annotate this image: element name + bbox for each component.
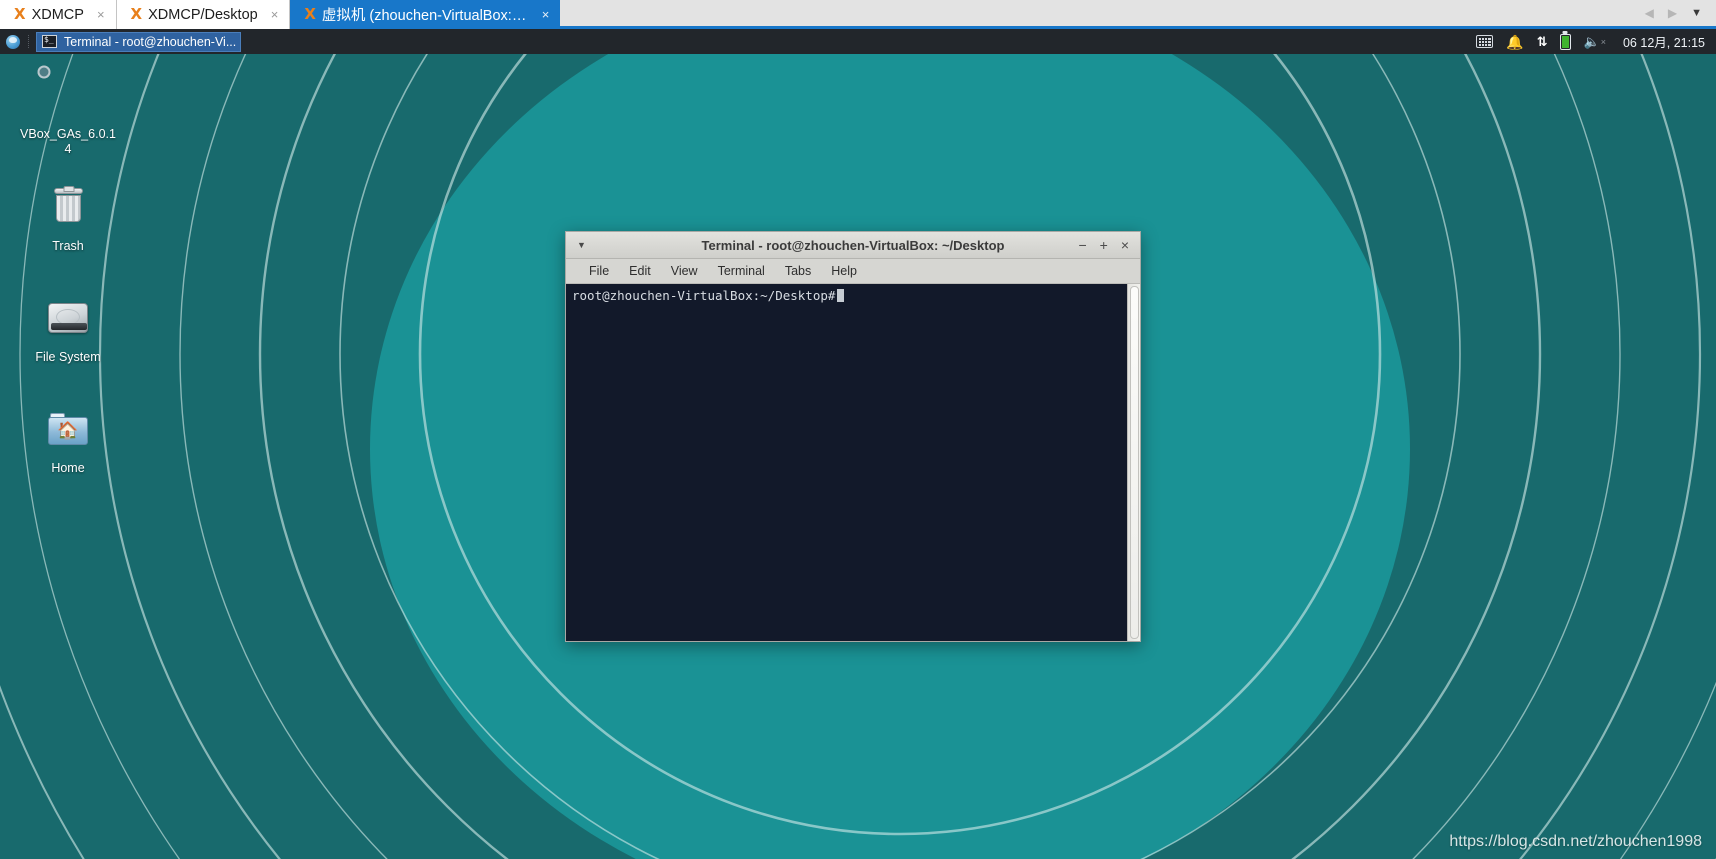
bell-icon[interactable]: 🔔 bbox=[1506, 35, 1523, 49]
keyboard-layout-icon[interactable] bbox=[1476, 35, 1494, 48]
close-icon[interactable]: × bbox=[268, 8, 282, 21]
chevron-left-icon[interactable]: ◀ bbox=[1645, 7, 1654, 19]
taskbar-item-label: Terminal - root@zhouchen-Vi... bbox=[64, 34, 237, 49]
chevron-right-icon[interactable]: ▶ bbox=[1668, 7, 1677, 19]
terminal-menu-bar: File Edit View Terminal Tabs Help bbox=[566, 259, 1140, 284]
speaker-glyph: 🔈 bbox=[1583, 34, 1600, 49]
menu-item-help[interactable]: Help bbox=[821, 262, 867, 280]
terminal-title-bar[interactable]: ▼ Terminal - root@zhouchen-VirtualBox: ~… bbox=[566, 232, 1140, 259]
terminal-body[interactable]: root@zhouchen-VirtualBox:~/Desktop# bbox=[566, 284, 1140, 641]
system-tray: 🔔 ⇅ 🔈 × 06 12月, 21:15 bbox=[1476, 32, 1716, 51]
terminal-icon bbox=[42, 35, 57, 48]
x-icon: X bbox=[130, 5, 143, 23]
browser-tab-strip: X XDMCP × X XDMCP/Desktop × X 虚拟机 (zhouc… bbox=[0, 0, 1716, 29]
browser-tab-virtual-machine[interactable]: X 虚拟机 (zhouchen-VirtualBox:1... × bbox=[290, 0, 561, 29]
menu-item-tabs[interactable]: Tabs bbox=[775, 262, 821, 280]
menu-item-view[interactable]: View bbox=[661, 262, 708, 280]
keyboard-glyph bbox=[1476, 35, 1494, 48]
tab-navigation: ◀ ▶ ▼ bbox=[1644, 0, 1716, 26]
watermark: https://blog.csdn.net/zhouchen1998 bbox=[1449, 833, 1702, 850]
desktop-icon-vbox-guest-additions-cd[interactable]: VBox_GAs_6.0.14 bbox=[20, 72, 116, 157]
desktop-icon-trash[interactable]: Trash bbox=[20, 184, 116, 254]
volume-muted-icon[interactable]: 🔈 × bbox=[1584, 35, 1606, 48]
menu-item-edit[interactable]: Edit bbox=[619, 262, 661, 280]
screen: X XDMCP × X XDMCP/Desktop × X 虚拟机 (zhouc… bbox=[0, 0, 1716, 859]
mute-mark: × bbox=[1600, 36, 1606, 47]
terminal-output[interactable]: root@zhouchen-VirtualBox:~/Desktop# bbox=[566, 284, 1127, 641]
network-updown-icon[interactable]: ⇅ bbox=[1537, 35, 1548, 48]
home-folder-icon: 🏠 bbox=[44, 406, 92, 454]
window-title: Terminal - root@zhouchen-VirtualBox: ~/D… bbox=[701, 237, 1005, 253]
chevron-down-icon[interactable]: ▼ bbox=[1691, 7, 1702, 19]
x-icon: X bbox=[14, 5, 26, 23]
whisker-menu-icon[interactable] bbox=[0, 34, 26, 49]
close-button[interactable]: × bbox=[1121, 238, 1129, 252]
maximize-button[interactable]: + bbox=[1100, 238, 1108, 252]
terminal-scrollbar[interactable] bbox=[1127, 284, 1140, 641]
minimize-button[interactable]: − bbox=[1078, 238, 1086, 252]
desktop-icon-label: VBox_GAs_6.0.14 bbox=[20, 127, 116, 156]
x-icon: X bbox=[304, 5, 316, 23]
tab-strip-empty-area bbox=[560, 0, 1645, 26]
menu-item-terminal[interactable]: Terminal bbox=[708, 262, 775, 280]
window-menu-icon[interactable]: ▼ bbox=[566, 240, 594, 250]
scrollbar-thumb[interactable] bbox=[1130, 286, 1139, 639]
clock[interactable]: 06 12月, 21:15 bbox=[1619, 32, 1705, 51]
desktop-icon-file-system[interactable]: File System bbox=[20, 295, 116, 365]
panel-separator bbox=[28, 35, 30, 48]
close-icon[interactable]: × bbox=[539, 8, 553, 21]
taskbar-item-terminal[interactable]: Terminal - root@zhouchen-Vi... bbox=[36, 31, 241, 52]
browser-tab-label: 虚拟机 (zhouchen-VirtualBox:1... bbox=[321, 8, 529, 24]
hard-drive-icon bbox=[44, 295, 92, 343]
cd-disc-icon bbox=[44, 72, 92, 120]
menu-item-file[interactable]: File bbox=[579, 262, 619, 280]
text-cursor bbox=[837, 289, 845, 302]
terminal-window[interactable]: ▼ Terminal - root@zhouchen-VirtualBox: ~… bbox=[565, 231, 1141, 642]
desktop-icon-label: Trash bbox=[52, 239, 84, 253]
trash-icon bbox=[44, 184, 92, 232]
window-controls: − + × bbox=[1078, 238, 1140, 252]
desktop-icon-label: Home bbox=[51, 461, 85, 475]
desktop-icon-home[interactable]: 🏠 Home bbox=[20, 406, 116, 476]
terminal-prompt: root@zhouchen-VirtualBox:~/Desktop# bbox=[572, 288, 836, 303]
browser-tab-label: XDMCP/Desktop bbox=[148, 6, 258, 23]
battery-glyph bbox=[1559, 33, 1571, 50]
browser-tab-label: XDMCP bbox=[31, 6, 84, 23]
whisker-menu-glyph bbox=[6, 34, 20, 49]
xfce-top-panel: Terminal - root@zhouchen-Vi... 🔔 ⇅ 🔈 × 0… bbox=[0, 29, 1716, 54]
close-icon[interactable]: × bbox=[94, 8, 108, 21]
browser-tab-xdmcp[interactable]: X XDMCP × bbox=[0, 0, 117, 29]
house-glyph: 🏠 bbox=[57, 421, 79, 440]
battery-icon[interactable] bbox=[1559, 33, 1571, 50]
browser-tab-xdmcp-desktop[interactable]: X XDMCP/Desktop × bbox=[116, 0, 291, 29]
desktop-icon-label: File System bbox=[35, 350, 101, 364]
